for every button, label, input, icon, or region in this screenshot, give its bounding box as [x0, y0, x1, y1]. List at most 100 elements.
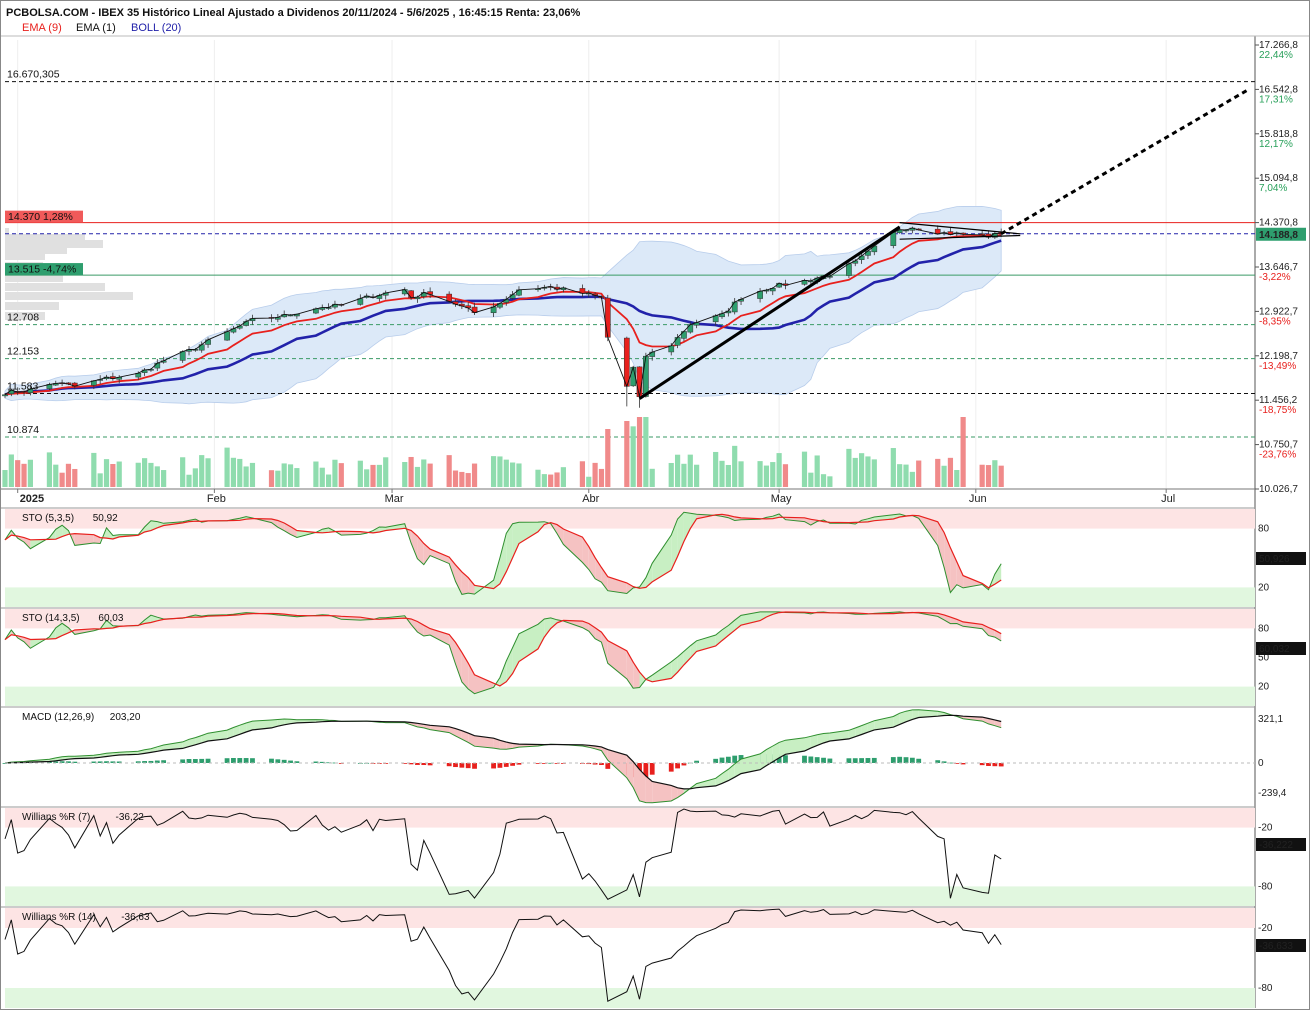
volume-bar [282, 463, 287, 487]
macd-hist-bar [187, 759, 192, 763]
level-label-2: 13.515 -4,74% [8, 264, 76, 276]
panel-axis-top-1: 80 [1258, 623, 1270, 634]
candle [675, 337, 680, 345]
volume-bar [631, 426, 636, 487]
candle [2, 395, 7, 396]
panel-title-4: Willians %R (14) [22, 912, 96, 923]
volume-bar [891, 448, 896, 487]
volume-bar [764, 466, 769, 487]
volume-bar [15, 460, 20, 487]
volume-profile-bar [5, 283, 105, 291]
volume-bar [421, 459, 426, 487]
volume-bar [910, 472, 915, 487]
volume-bar [694, 465, 699, 487]
level-label-0: 16.670,305 [7, 69, 60, 81]
panel-title-3: Willians %R (7) [22, 812, 90, 823]
volume-bar [542, 474, 547, 487]
candle [732, 302, 737, 312]
level-label-3: 12.708 [7, 312, 39, 324]
volume-bar [802, 452, 807, 487]
macd-hist-bar [199, 759, 204, 763]
volume-bar [294, 468, 299, 487]
panel-axis-bot-3: -80 [1258, 881, 1273, 892]
volume-bar [726, 465, 731, 487]
volume-bar [142, 458, 147, 487]
volume-bar [186, 475, 191, 487]
candle [155, 363, 160, 368]
macd-hist-bar [472, 763, 477, 769]
volume-bar [288, 464, 293, 487]
panel-oversold-4 [5, 988, 1255, 1008]
volume-bar [148, 463, 153, 487]
macd-hist-bar [999, 763, 1004, 766]
macd-hist-bar [872, 758, 877, 763]
volume-bar [91, 453, 96, 487]
volume-bar [332, 460, 337, 487]
volume-bar [110, 464, 115, 487]
volume-bar [60, 473, 65, 487]
panel-axis-top-2: 321,1 [1258, 714, 1283, 725]
volume-bar [370, 465, 375, 487]
macd-hist-bar [853, 758, 858, 763]
macd-hist-bar [237, 758, 242, 763]
candle [408, 291, 413, 298]
volume-bar [2, 470, 7, 487]
volume-bar [339, 463, 344, 487]
price-pct-0: 22,44% [1259, 50, 1293, 61]
volume-bar [205, 458, 210, 487]
panel-axis-mid-2: 0 [1258, 758, 1264, 769]
volume-bar [447, 455, 452, 487]
volume-bar [941, 466, 946, 487]
panel-title-2: MACD (12,26,9) [22, 712, 94, 723]
panel-value-box-label-3: -36,222 [1259, 840, 1293, 851]
panel-value-3: -36,22 [116, 812, 145, 823]
volume-bar [815, 455, 820, 487]
volume-bar [675, 455, 680, 487]
volume-bar [193, 468, 198, 487]
volume-bar [992, 460, 997, 487]
month-label-4: May [771, 493, 792, 505]
ibex35-chart: 16.670,30514.370 1,28%13.515 -4,74%12.70… [0, 0, 1310, 1012]
volume-bar [986, 465, 991, 487]
volume-bar [948, 458, 953, 487]
volume-bar [244, 466, 249, 487]
panel-value-2: 203,20 [110, 712, 141, 723]
macd-hist-bar [783, 755, 788, 763]
volume-bar [453, 471, 458, 487]
volume-bar [472, 464, 477, 487]
macd-hist-bar [815, 757, 820, 763]
macd-hist-bar [821, 758, 826, 763]
macd-hist-bar [866, 758, 871, 763]
panel-value-4: -36,63 [121, 912, 150, 923]
macd-hist-bar [244, 758, 249, 763]
volume-bar [415, 467, 420, 487]
volume-bar [408, 457, 413, 487]
volume-bar [136, 463, 141, 487]
panel-axis-top-4: -20 [1258, 923, 1273, 934]
volume-bar [859, 453, 864, 487]
current-price-label: 14.188,8 [1259, 230, 1298, 241]
macd-hist-bar [453, 763, 458, 767]
chart-svg: 16.670,30514.370 1,28%13.515 -4,74%12.70… [0, 0, 1310, 1012]
macd-hist-bar [206, 759, 211, 763]
volume-bar [313, 462, 318, 487]
panel-oversold-3 [5, 886, 1255, 906]
background [0, 0, 1310, 1012]
month-label-1: Feb [207, 493, 226, 505]
volume-bar [637, 417, 642, 487]
volume-bar [935, 459, 940, 487]
volume-bar [916, 461, 921, 487]
volume-bar [161, 470, 166, 487]
volume-bar [231, 458, 236, 487]
candle [846, 264, 851, 276]
macd-hist-bar [891, 757, 896, 763]
volume-bar [846, 449, 851, 487]
panel-overbought-0 [5, 509, 1255, 529]
panel-value-1: 60,03 [98, 613, 123, 624]
volume-bar [605, 429, 610, 487]
macd-hist-bar [827, 759, 832, 763]
volume-bar [66, 464, 71, 487]
month-label-0: 2025 [20, 493, 44, 505]
volume-bar [459, 472, 464, 487]
volume-bar [180, 457, 185, 487]
